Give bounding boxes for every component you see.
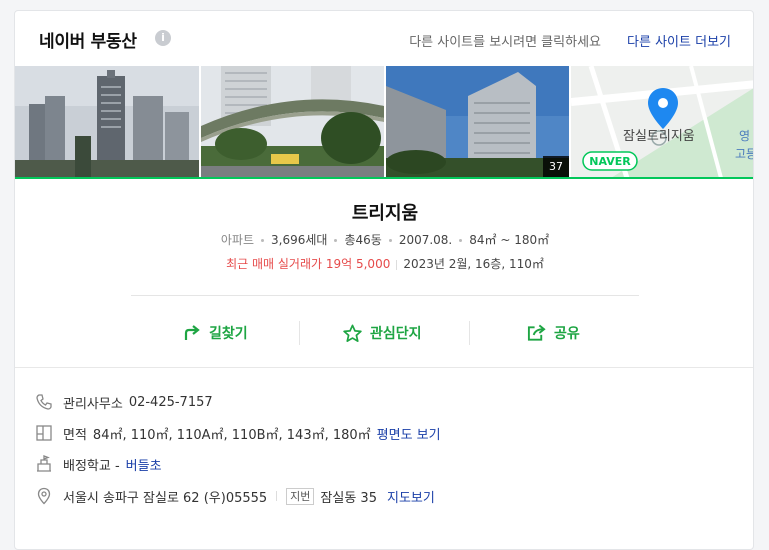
floorplan-link[interactable]: 평면도 보기 [377, 424, 441, 443]
school-label: 배정학교 - [63, 458, 120, 474]
lot-address: 잠실동 35 [320, 490, 377, 506]
info-icon[interactable]: i [155, 30, 171, 46]
photo-thumbnail[interactable]: 37 [386, 66, 569, 178]
action-separator [469, 321, 470, 345]
complex-meta: 아파트 3,696세대 총46동 2007.08. 84㎡ ~ 180㎡ [15, 231, 753, 248]
address-separator [276, 491, 278, 501]
section-divider [15, 367, 753, 368]
header-hint: 다른 사이트를 보시려면 클릭하세요 [409, 35, 601, 50]
card-title: 네이버 부동산 [39, 32, 137, 52]
share-icon [527, 324, 546, 341]
recent-deal-price: 최근 매매 실거래가 19억 5,000 [226, 257, 391, 271]
directions-button[interactable]: 길찾기 [183, 317, 248, 349]
photo-count-badge[interactable]: 37 [543, 156, 569, 178]
school-row: 배정학교 - 버들초 [35, 453, 162, 475]
directions-icon [184, 325, 200, 340]
favorite-button[interactable]: 관심단지 [343, 317, 422, 349]
share-button[interactable]: 공유 [527, 317, 580, 349]
naver-badge: NAVER [589, 155, 631, 168]
real-estate-card: 네이버 부동산 i 다른 사이트를 보시려면 클릭하세요 다른 사이트 더보기 [14, 10, 754, 550]
complex-households: 3,696세대 [271, 233, 328, 247]
photo-thumbnail[interactable] [201, 66, 384, 178]
share-label: 공유 [554, 326, 580, 342]
office-row: 관리사무소 02-425-7157 [35, 391, 213, 413]
phone-icon [35, 393, 53, 411]
road-address: 서울시 송파구 잠실로 62 (우)05555 [63, 490, 268, 506]
map-side-label: 영 [739, 129, 750, 143]
more-sites-link[interactable]: 다른 사이트 더보기 [627, 31, 731, 50]
floorplan-icon [35, 424, 53, 442]
directions-label: 길찾기 [209, 326, 248, 342]
complex-built-date: 2007.08. [398, 233, 453, 247]
area-values: 84㎡, 110㎡, 110A㎡, 110B㎡, 143㎡, 180㎡ [92, 427, 371, 443]
section-divider [131, 295, 639, 296]
photo-thumbnail[interactable] [15, 66, 199, 178]
area-row: 면적 84㎡, 110㎡, 110A㎡, 110B㎡, 143㎡, 180㎡ 평… [35, 422, 441, 444]
complex-name: 트리지움 [351, 203, 419, 224]
complex-type: 아파트 [220, 233, 255, 247]
location-pin-icon [35, 487, 53, 505]
map-view-link[interactable]: 지도보기 [387, 487, 435, 506]
complex-area-range: 84㎡ ~ 180㎡ [469, 233, 550, 247]
recent-deal-detail: 2023년 2월, 16층, 110㎡ [403, 257, 544, 271]
map-label: 잠실트리지움 [623, 129, 695, 144]
map-thumbnail[interactable]: 잠실트리지움 영 고등 NAVER [571, 66, 754, 178]
complex-buildings: 총46동 [344, 233, 382, 247]
card-header: 네이버 부동산 i 다른 사이트를 보시려면 클릭하세요 다른 사이트 더보기 [15, 11, 753, 66]
school-link[interactable]: 버들초 [126, 455, 162, 474]
photo-strip: 37 잠실트리지움 영 고등 NAVER [15, 66, 754, 178]
area-label: 면적 [63, 427, 87, 443]
favorite-label: 관심단지 [370, 326, 422, 342]
accent-divider [15, 177, 753, 179]
recent-deal: 최근 매매 실거래가 19억 5,000 2023년 2월, 16층, 110㎡ [15, 255, 753, 272]
office-phone[interactable]: 02-425-7157 [129, 395, 213, 410]
school-icon [35, 455, 53, 473]
action-bar: 길찾기 관심단지 공유 [15, 317, 753, 349]
map-side-label: 고등 [735, 147, 754, 161]
star-icon [343, 324, 362, 342]
lot-chip: 지번 [286, 487, 315, 505]
address-row: 서울시 송파구 잠실로 62 (우)05555 지번 잠실동 35 지도보기 [35, 485, 435, 507]
office-label: 관리사무소 [63, 396, 123, 412]
action-separator [299, 321, 300, 345]
